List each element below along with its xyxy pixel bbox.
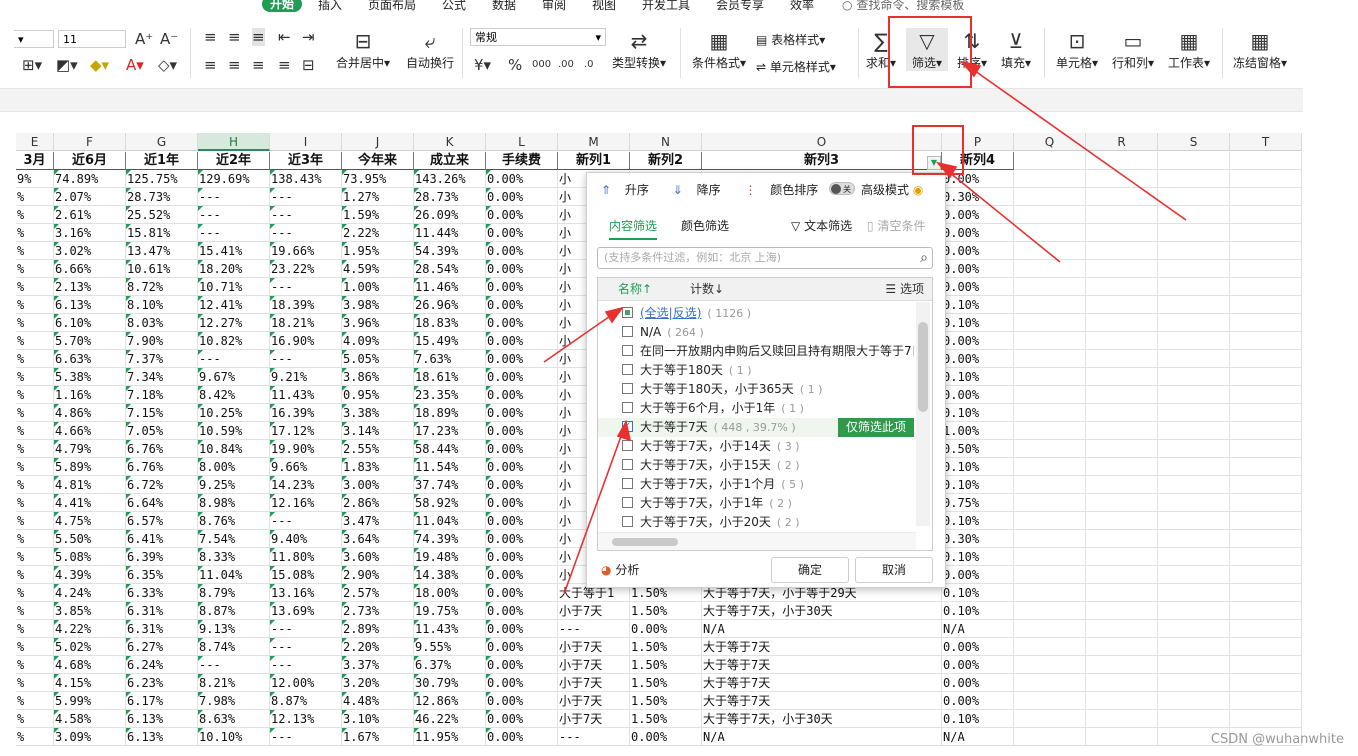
annotation-arrowhead: [959, 60, 982, 78]
watermark: CSDN @wuhanwhite: [1210, 732, 1344, 747]
annotation-arrowhead: [604, 306, 624, 324]
annotation-arrow: [967, 65, 1187, 221]
annotation-arrow: [563, 427, 625, 595]
annotation-arrow: [543, 311, 617, 363]
annotation-arrowhead: [616, 419, 632, 442]
annotation-arrow: [943, 167, 1061, 263]
annotation-arrows: [543, 60, 1187, 595]
